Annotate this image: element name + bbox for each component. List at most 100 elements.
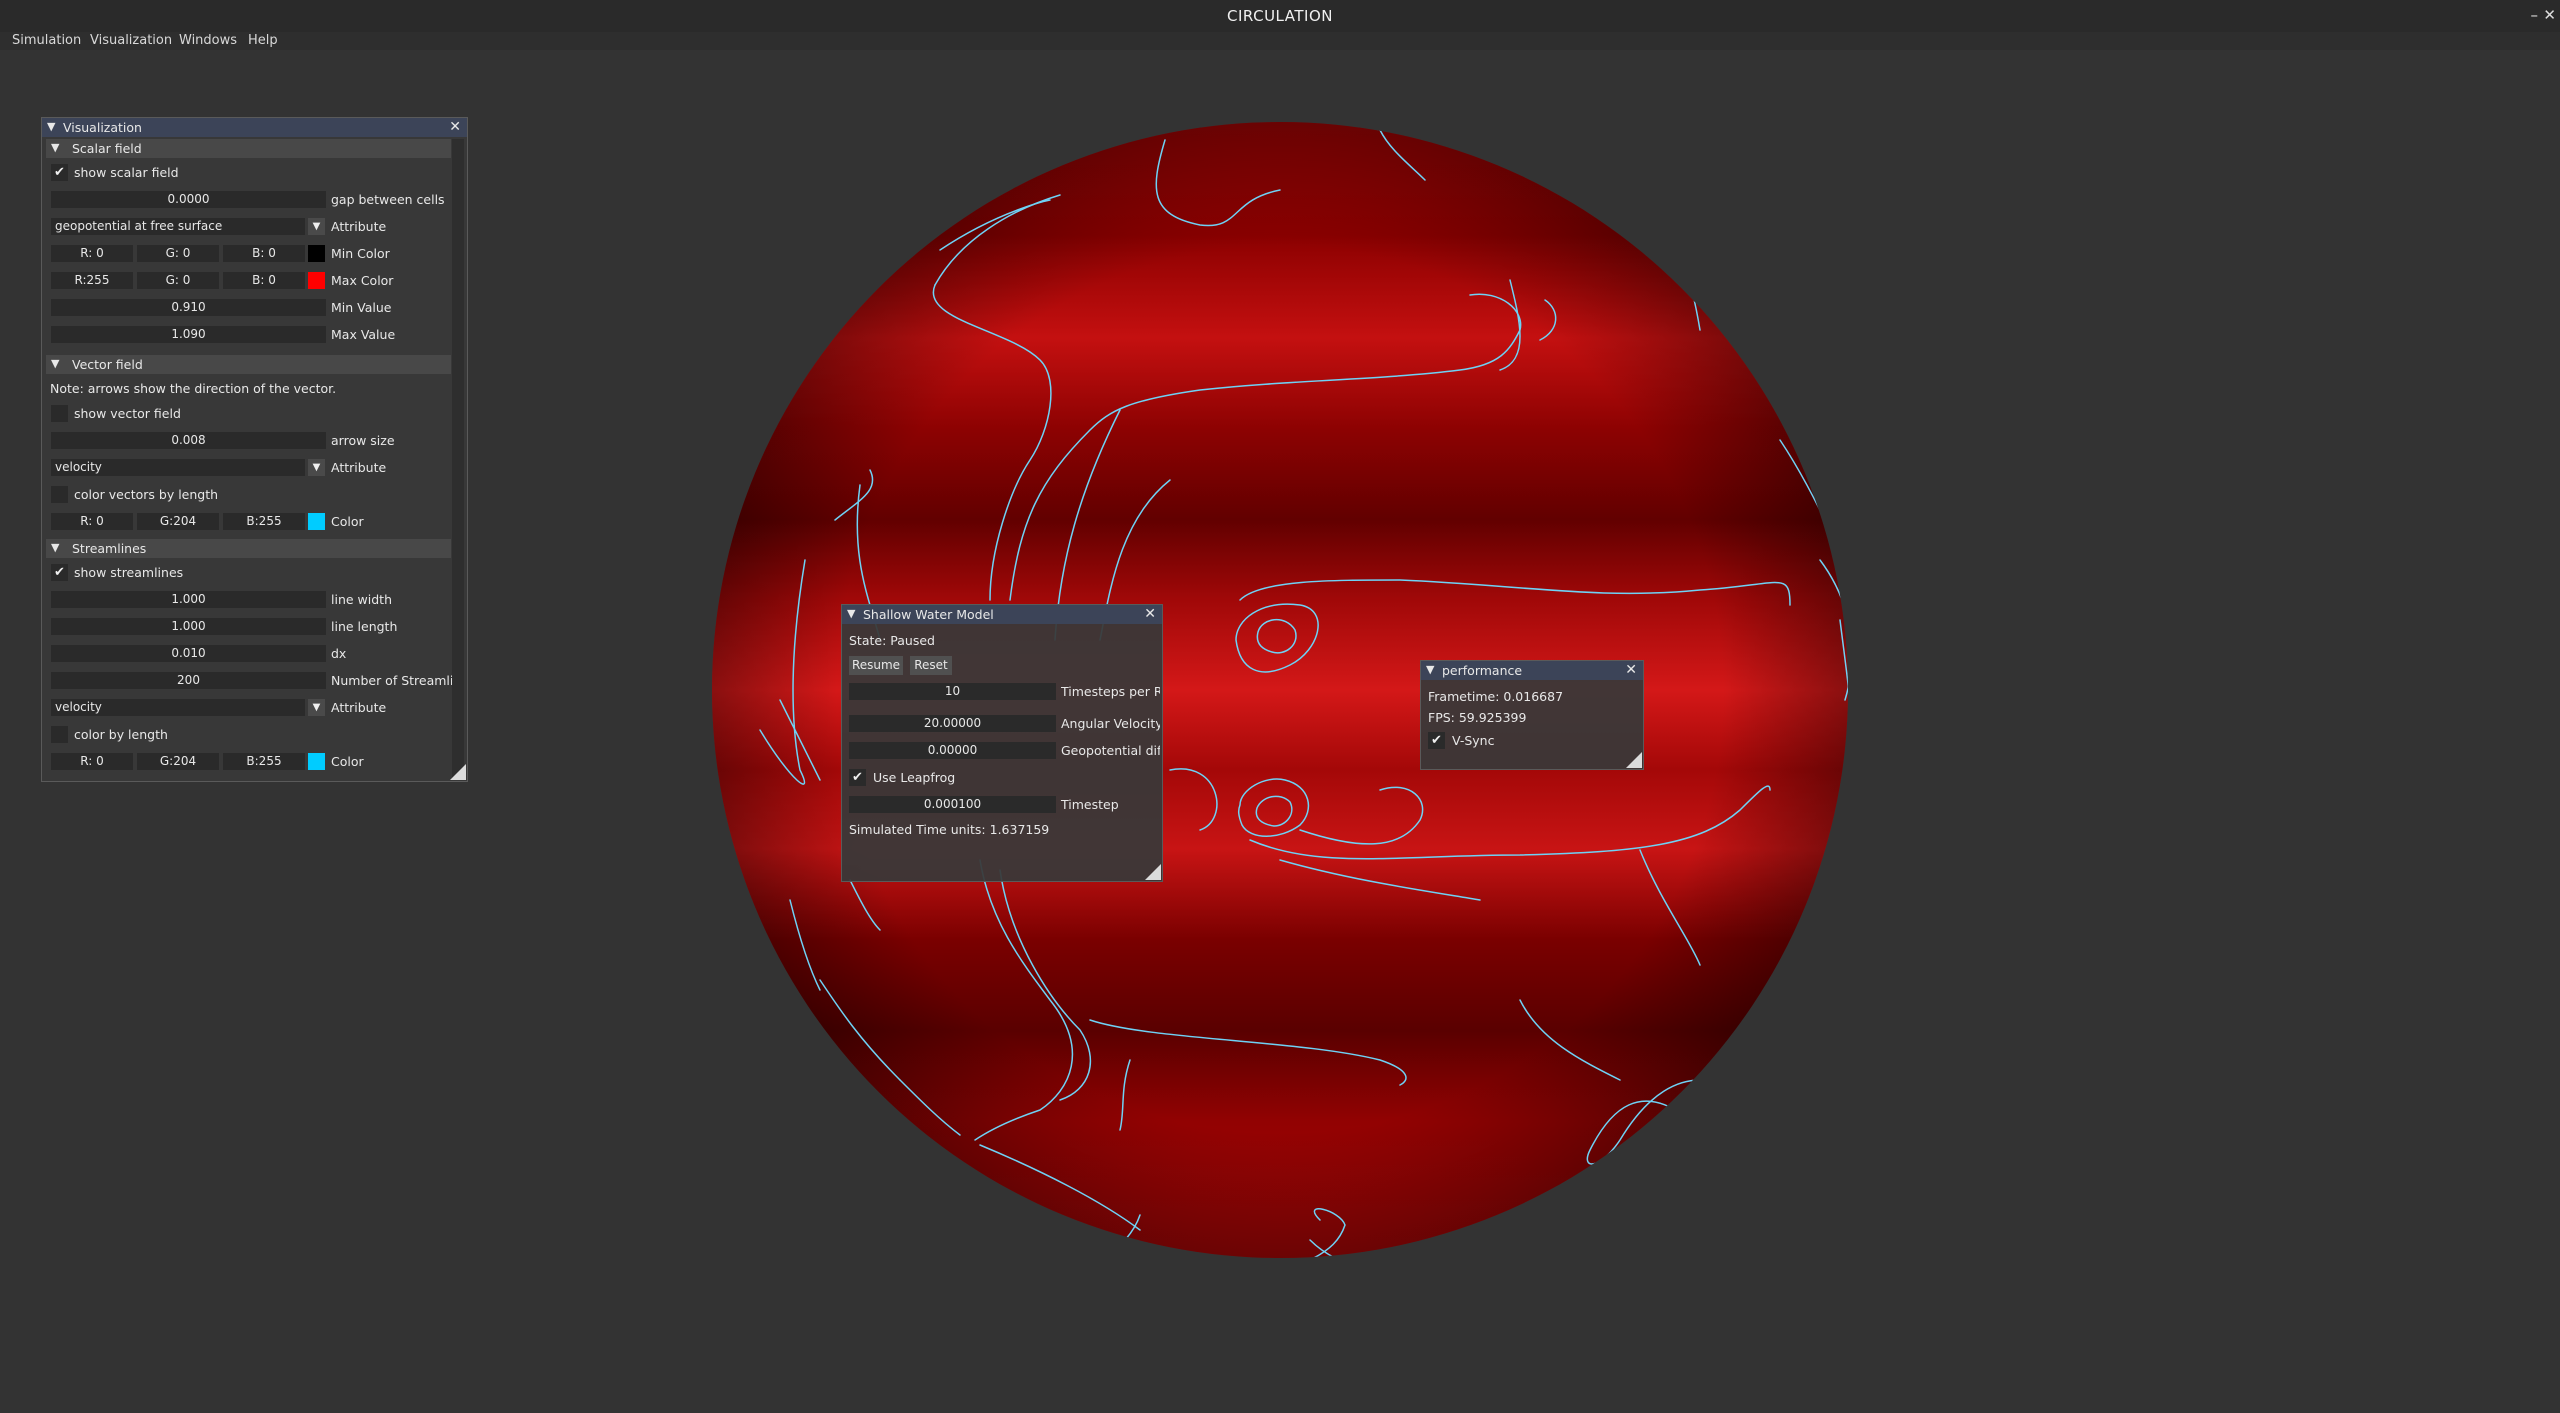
geopotential-diff-label: Geopotential diff: [1061, 743, 1160, 758]
collapse-arrow-icon: ▼: [51, 141, 60, 154]
show-scalar-field-checkbox[interactable]: ✔: [51, 164, 68, 181]
max-color-b-input[interactable]: B: 0: [223, 272, 305, 289]
timestep-input[interactable]: 0.000100: [849, 796, 1056, 813]
chevron-down-icon[interactable]: ▼: [308, 218, 325, 235]
streamline-color-g-input[interactable]: G:204: [137, 753, 219, 770]
resize-grip-icon[interactable]: [1626, 752, 1642, 768]
max-value-label: Max Value: [331, 327, 396, 342]
frametime-readout: Frametime: 0.016687: [1428, 689, 1564, 704]
vector-color-b-input[interactable]: B:255: [223, 513, 305, 530]
section-vector-field[interactable]: ▼ Vector field: [46, 355, 451, 374]
show-scalar-field-label: show scalar field: [74, 165, 179, 180]
collapse-arrow-icon[interactable]: ▼: [1426, 663, 1434, 676]
streamline-color-b-input[interactable]: B:255: [223, 753, 305, 770]
line-length-input[interactable]: 1.000: [51, 618, 326, 635]
performance-panel: ▼ performance ✕ Frametime: 0.016687 FPS:…: [1420, 660, 1644, 770]
close-icon[interactable]: ✕: [1144, 606, 1156, 622]
vector-color-r-input[interactable]: R: 0: [51, 513, 133, 530]
section-title: Vector field: [72, 357, 143, 372]
timesteps-per-render-label: Timesteps per Re: [1061, 684, 1160, 699]
line-length-label: line length: [331, 619, 398, 634]
min-color-label: Min Color: [331, 246, 390, 261]
collapse-arrow-icon: ▼: [51, 541, 60, 554]
angular-velocity-label: Angular Velocity: [1061, 716, 1160, 731]
number-of-streamlines-input[interactable]: 200: [51, 672, 326, 689]
min-color-g-input[interactable]: G: 0: [137, 245, 219, 262]
color-vectors-by-length-label: color vectors by length: [74, 487, 219, 502]
use-leapfrog-checkbox[interactable]: ✔: [849, 769, 866, 786]
vertical-scrollbar[interactable]: [452, 139, 464, 779]
visualization-panel-header[interactable]: ▼ Visualization ✕: [42, 118, 467, 137]
timesteps-per-render-input[interactable]: 10: [849, 683, 1056, 700]
chevron-down-icon[interactable]: ▼: [308, 699, 325, 716]
shallow-water-model-panel: ▼ Shallow Water Model ✕ State: Paused Re…: [841, 604, 1163, 882]
dx-label: dx: [331, 646, 347, 661]
color-vectors-by-length-checkbox[interactable]: [51, 486, 68, 503]
shallow-water-panel-title: Shallow Water Model: [863, 607, 994, 622]
simulation-state: State: Paused: [849, 633, 935, 648]
min-value-input[interactable]: 0.910: [51, 299, 326, 316]
streamline-attribute-label: Attribute: [331, 700, 387, 715]
performance-panel-header[interactable]: ▼ performance ✕: [1421, 661, 1643, 680]
geopotential-diff-input[interactable]: 0.00000: [849, 742, 1056, 759]
visualization-panel: ▼ Visualization ✕ ▼ Scalar field ✔ show …: [41, 117, 468, 782]
min-color-r-input[interactable]: R: 0: [51, 245, 133, 262]
close-icon[interactable]: ✕: [1625, 662, 1637, 678]
performance-panel-title: performance: [1442, 663, 1523, 678]
streamline-color-swatch[interactable]: [308, 753, 325, 770]
min-value-label: Min Value: [331, 300, 392, 315]
fps-readout: FPS: 59.925399: [1428, 710, 1527, 725]
max-color-g-input[interactable]: G: 0: [137, 272, 219, 289]
arrow-size-input[interactable]: 0.008: [51, 432, 326, 449]
v-sync-checkbox[interactable]: ✔: [1428, 732, 1445, 749]
streamline-color-r-input[interactable]: R: 0: [51, 753, 133, 770]
section-streamlines[interactable]: ▼ Streamlines: [46, 539, 451, 558]
gap-between-cells-label: gap between cells: [331, 192, 445, 207]
vector-color-swatch[interactable]: [308, 513, 325, 530]
scalar-attribute-select[interactable]: geopotential at free surface: [51, 218, 305, 235]
collapse-arrow-icon[interactable]: ▼: [847, 607, 855, 620]
line-width-input[interactable]: 1.000: [51, 591, 326, 608]
line-width-label: line width: [331, 592, 392, 607]
max-color-swatch[interactable]: [308, 272, 325, 289]
max-color-label: Max Color: [331, 273, 394, 288]
show-vector-field-checkbox[interactable]: [51, 405, 68, 422]
reset-button[interactable]: Reset: [910, 656, 952, 675]
resume-button[interactable]: Resume: [849, 656, 903, 675]
chevron-down-icon[interactable]: ▼: [308, 459, 325, 476]
angular-velocity-input[interactable]: 20.00000: [849, 715, 1056, 732]
shallow-water-panel-header[interactable]: ▼ Shallow Water Model ✕: [842, 605, 1162, 624]
arrow-size-label: arrow size: [331, 433, 395, 448]
vector-note: Note: arrows show the direction of the v…: [50, 381, 337, 396]
streamline-color-label: Color: [331, 754, 364, 769]
max-color-r-input[interactable]: R:255: [51, 272, 133, 289]
section-title: Scalar field: [72, 141, 142, 156]
number-of-streamlines-label: Number of Streamlin: [331, 673, 462, 688]
vector-color-label: Color: [331, 514, 364, 529]
v-sync-label: V-Sync: [1452, 733, 1495, 748]
color-by-length-label: color by length: [74, 727, 168, 742]
collapse-arrow-icon[interactable]: ▼: [47, 120, 55, 133]
show-streamlines-label: show streamlines: [74, 565, 184, 580]
streamline-attribute-select[interactable]: velocity: [51, 699, 305, 716]
min-color-b-input[interactable]: B: 0: [223, 245, 305, 262]
simulated-time: Simulated Time units: 1.637159: [849, 822, 1050, 837]
resize-grip-icon[interactable]: [1145, 864, 1161, 880]
vector-color-g-input[interactable]: G:204: [137, 513, 219, 530]
resize-grip-icon[interactable]: [450, 764, 466, 780]
collapse-arrow-icon: ▼: [51, 357, 60, 370]
close-icon[interactable]: ✕: [449, 119, 461, 135]
use-leapfrog-label: Use Leapfrog: [873, 770, 956, 785]
visualization-panel-title: Visualization: [63, 120, 142, 135]
max-value-input[interactable]: 1.090: [51, 326, 326, 343]
show-vector-field-label: show vector field: [74, 406, 181, 421]
show-streamlines-checkbox[interactable]: ✔: [51, 564, 68, 581]
scalar-attribute-label: Attribute: [331, 219, 387, 234]
section-scalar-field[interactable]: ▼ Scalar field: [46, 139, 451, 158]
timestep-label: Timestep: [1061, 797, 1119, 812]
min-color-swatch[interactable]: [308, 245, 325, 262]
vector-attribute-select[interactable]: velocity: [51, 459, 305, 476]
dx-input[interactable]: 0.010: [51, 645, 326, 662]
gap-between-cells-input[interactable]: 0.0000: [51, 191, 326, 208]
color-by-length-checkbox[interactable]: [51, 726, 68, 743]
